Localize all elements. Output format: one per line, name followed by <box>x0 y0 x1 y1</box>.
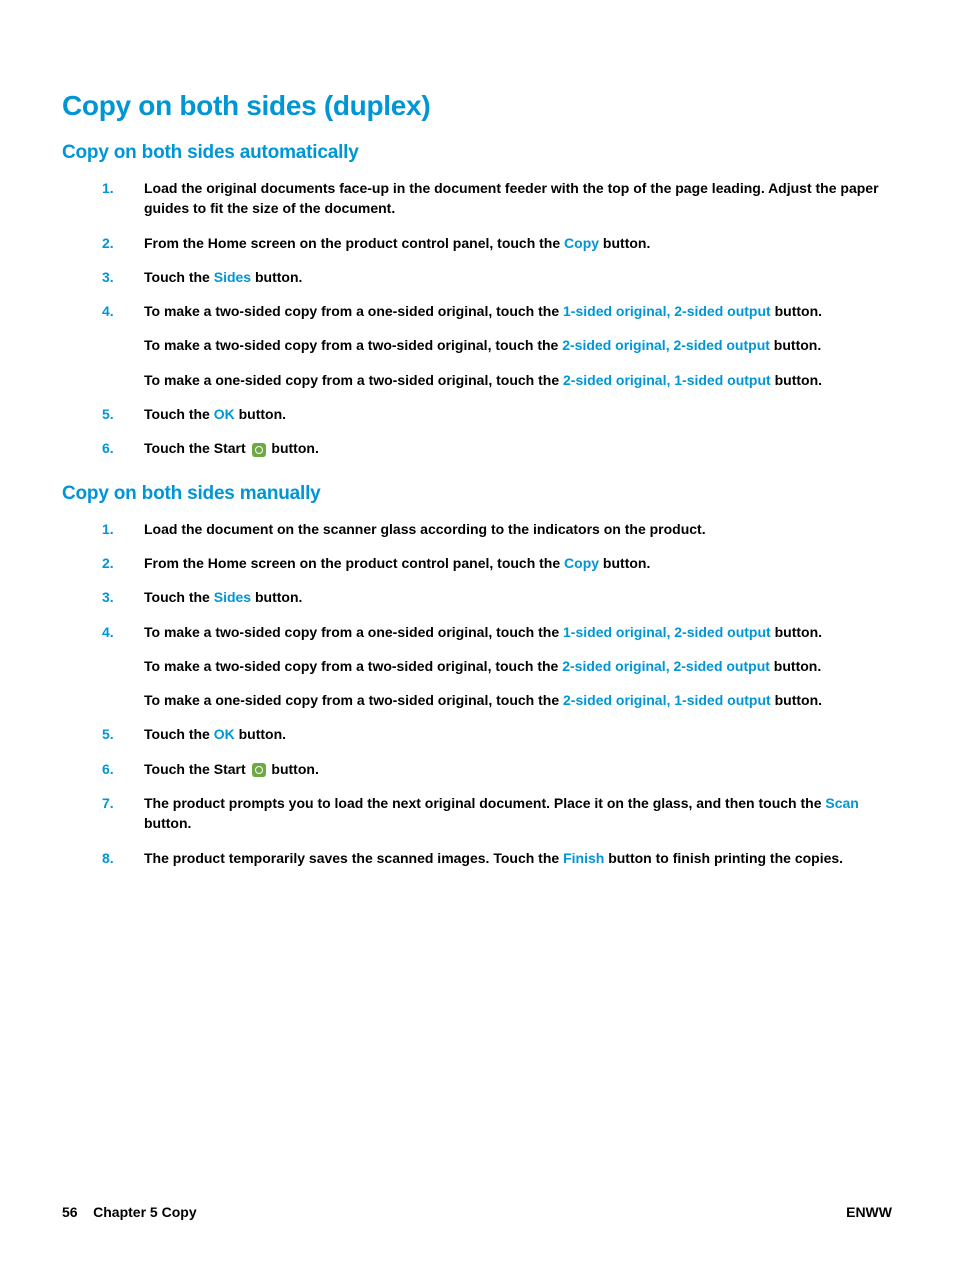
step-num: 6. <box>102 438 114 458</box>
step-text: Touch the Start button. <box>144 761 319 777</box>
step-manual-2: 2. From the Home screen on the product c… <box>144 553 892 573</box>
main-heading: Copy on both sides (duplex) <box>62 90 892 122</box>
ui-2sided-1sided: 2-sided original, 1-sided output <box>563 372 771 388</box>
chapter-label: Chapter 5 Copy <box>93 1204 196 1220</box>
step-text: Touch the Sides button. <box>144 589 302 605</box>
ui-finish: Finish <box>563 850 604 866</box>
step-manual-7: 7. The product prompts you to load the n… <box>144 793 892 834</box>
step-num: 7. <box>102 793 114 813</box>
step-num: 2. <box>102 553 114 573</box>
step-num: 5. <box>102 724 114 744</box>
step-subtext: To make a one-sided copy from a two-side… <box>144 690 892 710</box>
ui-scan: Scan <box>825 795 858 811</box>
ui-copy: Copy <box>564 555 599 571</box>
step-subtext: To make a two-sided copy from a two-side… <box>144 335 892 355</box>
ui-sides: Sides <box>214 589 251 605</box>
step-num: 3. <box>102 587 114 607</box>
step-text: To make a two-sided copy from a one-side… <box>144 303 822 319</box>
step-manual-1: 1. Load the document on the scanner glas… <box>144 519 892 539</box>
ui-ok: OK <box>214 726 235 742</box>
footer-right: ENWW <box>846 1204 892 1220</box>
step-text: Load the document on the scanner glass a… <box>144 521 706 537</box>
step-auto-5: 5. Touch the OK button. <box>144 404 892 424</box>
step-auto-4: 4. To make a two-sided copy from a one-s… <box>144 301 892 390</box>
step-num: 1. <box>102 519 114 539</box>
ui-2sided-1sided: 2-sided original, 1-sided output <box>563 692 771 708</box>
steps-auto: 1. Load the original documents face-up i… <box>144 178 892 459</box>
step-num: 2. <box>102 233 114 253</box>
ui-copy: Copy <box>564 235 599 251</box>
step-manual-3: 3. Touch the Sides button. <box>144 587 892 607</box>
step-text: The product temporarily saves the scanne… <box>144 850 843 866</box>
step-text: To make a two-sided copy from a one-side… <box>144 624 822 640</box>
step-subtext: To make a one-sided copy from a two-side… <box>144 370 892 390</box>
step-text: Touch the OK button. <box>144 726 286 742</box>
step-manual-5: 5. Touch the OK button. <box>144 724 892 744</box>
step-text: Touch the Start button. <box>144 440 319 456</box>
footer-left: 56 Chapter 5 Copy <box>62 1204 197 1220</box>
step-text: Touch the OK button. <box>144 406 286 422</box>
ui-2sided-2sided: 2-sided original, 2-sided output <box>562 658 770 674</box>
steps-manual: 1. Load the document on the scanner glas… <box>144 519 892 868</box>
start-icon <box>252 763 266 777</box>
step-manual-6: 6. Touch the Start button. <box>144 759 892 779</box>
step-auto-3: 3. Touch the Sides button. <box>144 267 892 287</box>
start-icon <box>252 443 266 457</box>
step-text: Touch the Sides button. <box>144 269 302 285</box>
step-subtext: To make a two-sided copy from a two-side… <box>144 656 892 676</box>
ui-1sided-2sided: 1-sided original, 2-sided output <box>563 624 771 640</box>
step-num: 8. <box>102 848 114 868</box>
step-text: From the Home screen on the product cont… <box>144 235 650 251</box>
step-num: 4. <box>102 622 114 642</box>
step-num: 6. <box>102 759 114 779</box>
step-auto-2: 2. From the Home screen on the product c… <box>144 233 892 253</box>
footer: 56 Chapter 5 Copy ENWW <box>62 1204 892 1220</box>
step-manual-8: 8. The product temporarily saves the sca… <box>144 848 892 868</box>
page-number: 56 <box>62 1204 78 1220</box>
step-manual-4: 4. To make a two-sided copy from a one-s… <box>144 622 892 711</box>
step-text: The product prompts you to load the next… <box>144 795 859 831</box>
step-num: 3. <box>102 267 114 287</box>
step-auto-1: 1. Load the original documents face-up i… <box>144 178 892 219</box>
step-num: 5. <box>102 404 114 424</box>
step-auto-6: 6. Touch the Start button. <box>144 438 892 458</box>
step-text: Load the original documents face-up in t… <box>144 180 879 216</box>
ui-ok: OK <box>214 406 235 422</box>
ui-2sided-2sided: 2-sided original, 2-sided output <box>562 337 770 353</box>
step-num: 1. <box>102 178 114 198</box>
ui-sides: Sides <box>214 269 251 285</box>
ui-1sided-2sided: 1-sided original, 2-sided output <box>563 303 771 319</box>
step-text: From the Home screen on the product cont… <box>144 555 650 571</box>
step-num: 4. <box>102 301 114 321</box>
section-manual-heading: Copy on both sides manually <box>62 483 892 505</box>
section-auto-heading: Copy on both sides automatically <box>62 142 892 164</box>
